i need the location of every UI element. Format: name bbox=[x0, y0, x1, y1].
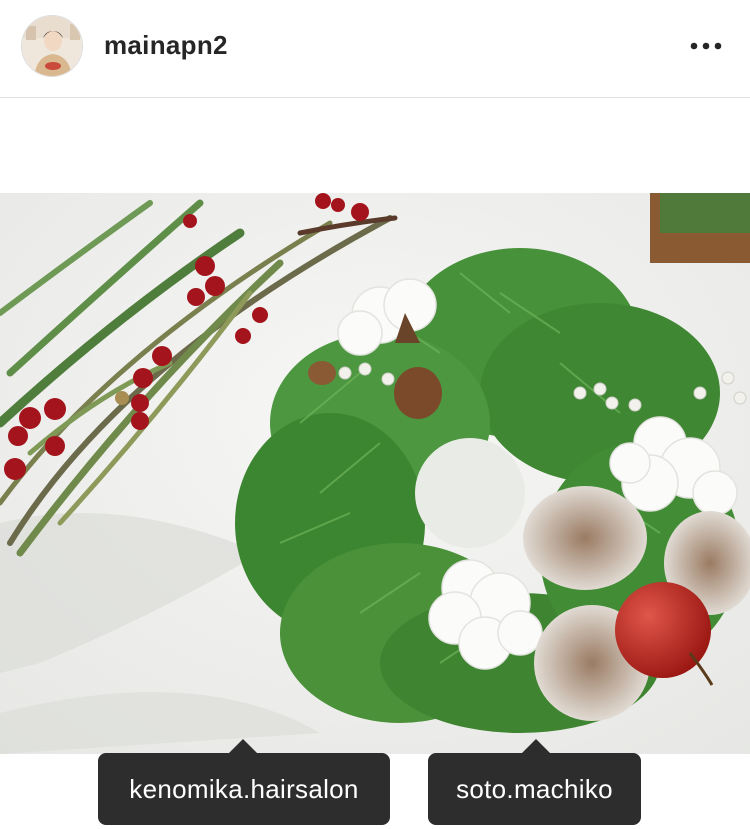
more-horizontal-icon[interactable] bbox=[684, 36, 728, 56]
username[interactable]: mainapn2 bbox=[104, 30, 228, 61]
post-photo[interactable] bbox=[0, 193, 750, 754]
avatar-image bbox=[22, 16, 82, 76]
user-tag-label: kenomika.hairsalon bbox=[129, 773, 359, 804]
user-tag-label: soto.machiko bbox=[456, 773, 613, 804]
post-header: mainapn2 bbox=[0, 0, 750, 98]
christmas-wreath-photo bbox=[0, 193, 750, 754]
avatar[interactable] bbox=[21, 15, 83, 77]
user-tag-kenomika[interactable]: kenomika.hairsalon bbox=[98, 739, 390, 825]
user-tag-soto[interactable]: soto.machiko bbox=[428, 739, 641, 825]
